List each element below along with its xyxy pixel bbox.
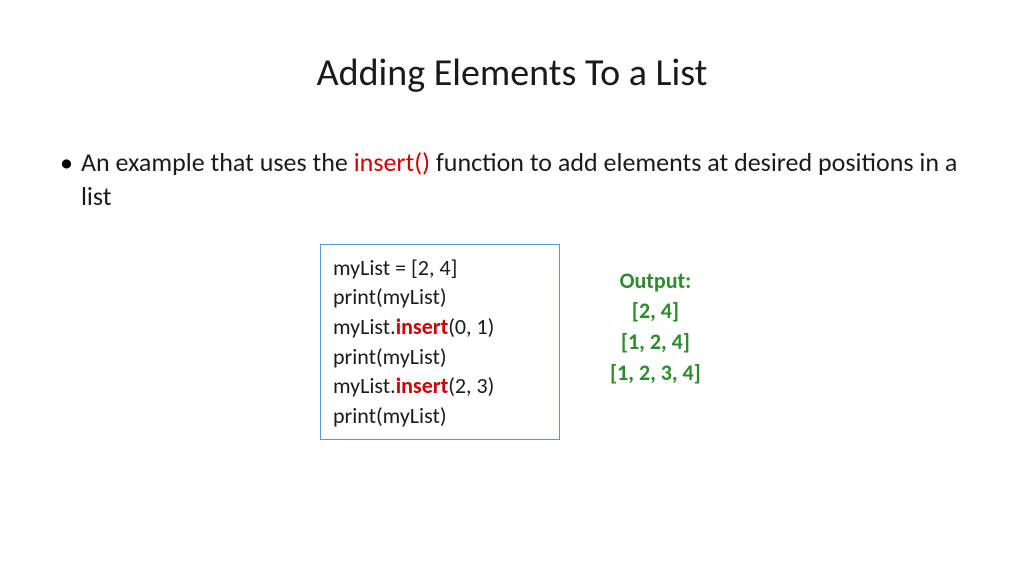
code-line-5: myList.insert(2, 3): [333, 371, 547, 401]
code-post: (2, 3): [448, 372, 494, 399]
slide-title: Adding Elements To a List: [60, 50, 964, 96]
output-box: Output: [2, 4] [1, 2, 4] [1, 2, 3, 4]: [610, 266, 701, 389]
bullet-text: An example that uses the insert() functi…: [81, 146, 964, 214]
content-row: myList = [2, 4] print(myList) myList.ins…: [320, 244, 964, 440]
code-post: (0, 1): [448, 313, 494, 340]
bullet-highlight: insert(): [354, 146, 430, 178]
code-line-4: print(myList): [333, 342, 547, 372]
output-line-2: [1, 2, 4]: [610, 327, 701, 358]
code-box: myList = [2, 4] print(myList) myList.ins…: [320, 244, 560, 440]
code-pre: myList.: [333, 313, 396, 340]
code-line-1: myList = [2, 4]: [333, 253, 547, 283]
output-label: Output:: [610, 266, 701, 297]
bullet-point: • An example that uses the insert() func…: [60, 146, 964, 214]
output-line-3: [1, 2, 3, 4]: [610, 358, 701, 389]
code-keyword: insert: [396, 372, 449, 399]
code-line-2: print(myList): [333, 282, 547, 312]
bullet-marker: •: [60, 146, 73, 180]
code-keyword: insert: [396, 313, 449, 340]
output-line-1: [2, 4]: [610, 296, 701, 327]
code-line-6: print(myList): [333, 401, 547, 431]
code-pre: myList.: [333, 372, 396, 399]
code-line-3: myList.insert(0, 1): [333, 312, 547, 342]
bullet-prefix: An example that uses the: [81, 146, 354, 178]
